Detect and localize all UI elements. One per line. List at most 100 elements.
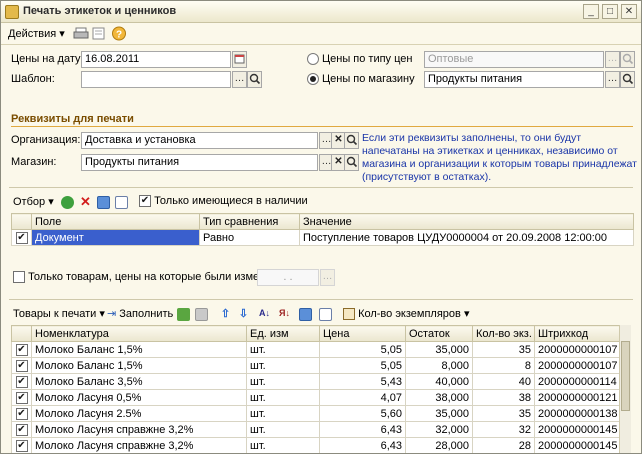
copy-icon[interactable] bbox=[115, 196, 128, 209]
store-req-search-icon[interactable] bbox=[344, 154, 359, 171]
store-input[interactable]: Продукты питания bbox=[81, 154, 318, 171]
goods-header-name[interactable]: Номенклатура bbox=[31, 325, 247, 342]
goods-header-unit[interactable]: Ед. изм bbox=[246, 325, 320, 342]
row-name[interactable]: Молоко Баланс 3,5% bbox=[31, 373, 247, 390]
changed-prices-date-input[interactable]: . . bbox=[257, 269, 319, 286]
row-barcode[interactable]: 2000000000107 bbox=[534, 341, 620, 358]
settings-icon[interactable] bbox=[97, 196, 110, 209]
selection-menu-button[interactable]: Отбор ▾ bbox=[13, 195, 54, 208]
template-input[interactable] bbox=[81, 71, 231, 88]
table-row[interactable]: ✔ Молоко Баланс 1,5% шт. 5,05 35,000 35 … bbox=[11, 341, 620, 358]
row-price[interactable]: 4,07 bbox=[319, 389, 406, 406]
row-price[interactable]: 5,05 bbox=[319, 357, 406, 374]
row-barcode[interactable]: 2000000000114 bbox=[534, 373, 620, 390]
row-copies[interactable]: 40 bbox=[472, 373, 535, 390]
row-price[interactable]: 5,60 bbox=[319, 405, 406, 422]
template-select-button[interactable]: … bbox=[232, 71, 247, 88]
row-unit[interactable]: шт. bbox=[246, 389, 320, 406]
table-icon[interactable] bbox=[195, 308, 208, 321]
row-stock[interactable]: 35,000 bbox=[405, 341, 473, 358]
organization-search-icon[interactable] bbox=[344, 132, 359, 149]
row-copies[interactable]: 8 bbox=[472, 357, 535, 374]
row-copies[interactable]: 28 bbox=[472, 437, 535, 453]
row-copies[interactable]: 35 bbox=[472, 341, 535, 358]
row-price[interactable]: 6,43 bbox=[319, 437, 406, 453]
calendar-button[interactable] bbox=[232, 51, 247, 68]
row-check-cell[interactable]: ✔ bbox=[11, 373, 32, 390]
row-copies[interactable]: 32 bbox=[472, 421, 535, 438]
row-name[interactable]: Молоко Баланс 1,5% bbox=[31, 357, 247, 374]
row-unit[interactable]: шт. bbox=[246, 341, 320, 358]
changed-prices-check[interactable] bbox=[13, 271, 25, 284]
goods-header-stock[interactable]: Остаток bbox=[405, 325, 473, 342]
by-store-radio[interactable] bbox=[307, 73, 319, 85]
row-copies[interactable]: 35 bbox=[472, 405, 535, 422]
only-in-stock-checkbox[interactable]: ✔ Только имеющиеся в наличии bbox=[139, 195, 308, 208]
row-barcode[interactable]: 2000000000121 bbox=[534, 389, 620, 406]
row-check-cell[interactable]: ✔ bbox=[11, 437, 32, 453]
fill-button[interactable]: ⇥ Заполнить bbox=[107, 307, 173, 320]
preview-icon[interactable] bbox=[91, 26, 107, 41]
store-search-icon[interactable] bbox=[620, 71, 635, 88]
maximize-button[interactable]: □ bbox=[602, 4, 618, 19]
table-row[interactable]: ✔ Молоко Баланс 3,5% шт. 5,43 40,000 40 … bbox=[11, 373, 620, 390]
row-unit[interactable]: шт. bbox=[246, 437, 320, 453]
move-down-icon[interactable]: ⇩ bbox=[237, 308, 250, 321]
row-checkbox[interactable]: ✔ bbox=[15, 423, 28, 436]
by-price-type-radio[interactable] bbox=[307, 53, 319, 65]
row-check-cell[interactable]: ✔ bbox=[11, 357, 32, 374]
row-price[interactable]: 5,43 bbox=[319, 373, 406, 390]
row-barcode[interactable]: 2000000000107 bbox=[534, 357, 620, 374]
row-barcode[interactable]: 2000000000145 bbox=[534, 421, 620, 438]
row-barcode[interactable]: 2000000000138 bbox=[534, 405, 620, 422]
organization-input[interactable]: Доставка и установка bbox=[81, 132, 318, 149]
changed-prices-calendar-button[interactable]: … bbox=[320, 269, 335, 286]
row-copies[interactable]: 38 bbox=[472, 389, 535, 406]
price-type-input[interactable]: Оптовые bbox=[424, 51, 604, 68]
row-price[interactable]: 5,05 bbox=[319, 341, 406, 358]
copies-menu-button[interactable]: Кол-во экземпляров ▾ bbox=[343, 307, 469, 321]
row-name[interactable]: Молоко Ласуня справжне 3,2% bbox=[31, 437, 247, 453]
goods-copy-icon[interactable] bbox=[319, 308, 332, 321]
store-price-input[interactable]: Продукты питания bbox=[424, 71, 604, 88]
row-check-cell[interactable]: ✔ bbox=[11, 389, 32, 406]
row-unit[interactable]: шт. bbox=[246, 357, 320, 374]
filter-row-comparison[interactable]: Равно bbox=[199, 229, 300, 246]
sort-asc-icon[interactable]: A↓ bbox=[259, 308, 272, 321]
row-stock[interactable]: 38,000 bbox=[405, 389, 473, 406]
row-checkbox[interactable]: ✔ bbox=[15, 407, 28, 420]
sort-desc-icon[interactable]: Я↓ bbox=[279, 308, 292, 321]
help-icon[interactable]: ? bbox=[111, 26, 127, 41]
row-stock[interactable]: 28,000 bbox=[405, 437, 473, 453]
row-name[interactable]: Молоко Ласуня справжне 3,2% bbox=[31, 421, 247, 438]
filter-row-check-cell[interactable]: ✔ bbox=[11, 229, 32, 246]
row-unit[interactable]: шт. bbox=[246, 405, 320, 422]
row-name[interactable]: Молоко Ласуня 0,5% bbox=[31, 389, 247, 406]
row-stock[interactable]: 32,000 bbox=[405, 421, 473, 438]
row-checkbox[interactable]: ✔ bbox=[15, 359, 28, 372]
table-row[interactable]: ✔ Молоко Баланс 1,5% шт. 5,05 8,000 8 20… bbox=[11, 357, 620, 374]
changed-prices-checkbox[interactable]: Только товарам, цены на которые были изм… bbox=[13, 271, 294, 284]
filter-row-field[interactable]: Документ bbox=[31, 229, 200, 246]
table-row[interactable]: ✔ Молоко Ласуня справжне 3,2% шт. 6,43 3… bbox=[11, 421, 620, 438]
only-in-stock-check[interactable]: ✔ bbox=[139, 195, 151, 208]
goods-scrollbar[interactable] bbox=[619, 325, 631, 453]
row-checkbox[interactable]: ✔ bbox=[15, 343, 28, 356]
delete-icon[interactable]: ✕ bbox=[79, 195, 92, 209]
row-unit[interactable]: шт. bbox=[246, 421, 320, 438]
row-price[interactable]: 6,43 bbox=[319, 421, 406, 438]
goods-header-barcode[interactable]: Штрихкод bbox=[534, 325, 620, 342]
row-checkbox[interactable]: ✔ bbox=[15, 391, 28, 404]
actions-menu-button[interactable]: Действия ▾ bbox=[5, 26, 68, 41]
filter-row[interactable]: ✔ Документ Равно Поступление товаров ЦУД… bbox=[11, 229, 634, 246]
row-checkbox[interactable]: ✔ bbox=[15, 439, 28, 452]
table-row[interactable]: ✔ Молоко Ласуня 2.5% шт. 5,60 35,000 35 … bbox=[11, 405, 620, 422]
row-stock[interactable]: 35,000 bbox=[405, 405, 473, 422]
table-row[interactable]: ✔ Молоко Ласуня справжне 3,2% шт. 6,43 2… bbox=[11, 437, 620, 453]
row-check-cell[interactable]: ✔ bbox=[11, 421, 32, 438]
price-date-input[interactable]: 16.08.2011 bbox=[81, 51, 231, 68]
filter-row-checkbox[interactable]: ✔ bbox=[15, 231, 28, 244]
add-icon[interactable] bbox=[61, 196, 74, 209]
filter-header-value[interactable]: Значение bbox=[299, 213, 634, 230]
row-check-cell[interactable]: ✔ bbox=[11, 405, 32, 422]
